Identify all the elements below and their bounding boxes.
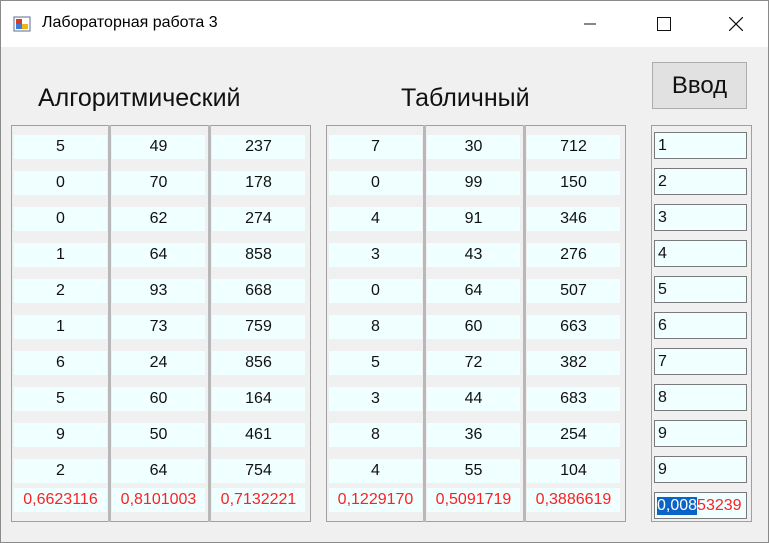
algorithmic-cell[interactable]: 1 <box>14 315 107 339</box>
app-icon <box>13 16 31 32</box>
table-cell[interactable]: 7 <box>329 135 422 159</box>
algorithmic-result-cell[interactable]: 0,6623116 <box>14 488 107 512</box>
algorithmic-cell[interactable]: 64 <box>112 459 205 483</box>
title-bar: Лабораторная работа 3 <box>1 1 768 47</box>
algorithmic-cell[interactable]: 64 <box>112 243 205 267</box>
algorithmic-cell[interactable]: 461 <box>212 423 305 447</box>
table-cell[interactable]: 254 <box>527 423 620 447</box>
algorithmic-cell[interactable]: 93 <box>112 279 205 303</box>
algorithmic-cell[interactable]: 0 <box>14 207 107 231</box>
algorithmic-cell[interactable]: 6 <box>14 351 107 375</box>
algorithmic-cell[interactable]: 50 <box>112 423 205 447</box>
table-cell[interactable]: 30 <box>427 135 520 159</box>
heading-algorithmic: Алгоритмический <box>38 84 241 112</box>
algorithmic-cell[interactable]: 754 <box>212 459 305 483</box>
table-cell[interactable]: 60 <box>427 315 520 339</box>
column-separator <box>523 125 526 522</box>
algorithmic-cell[interactable]: 2 <box>14 279 107 303</box>
input-textbox[interactable]: 5 <box>654 276 747 303</box>
column-separator <box>208 125 211 522</box>
table-result-cell[interactable]: 0,5091719 <box>427 488 520 512</box>
table-cell[interactable]: 3 <box>329 387 422 411</box>
table-cell[interactable]: 104 <box>527 459 620 483</box>
input-textbox[interactable]: 3 <box>654 204 747 231</box>
algorithmic-cell[interactable]: 668 <box>212 279 305 303</box>
algorithmic-cell[interactable]: 49 <box>112 135 205 159</box>
input-textbox[interactable]: 2 <box>654 168 747 195</box>
table-cell[interactable]: 8 <box>329 315 422 339</box>
table-cell[interactable]: 382 <box>527 351 620 375</box>
table-cell[interactable]: 8 <box>329 423 422 447</box>
table-cell[interactable]: 91 <box>427 207 520 231</box>
table-cell[interactable]: 507 <box>527 279 620 303</box>
input-textbox[interactable]: 7 <box>654 348 747 375</box>
table-cell[interactable]: 0 <box>329 279 422 303</box>
algorithmic-cell[interactable]: 237 <box>212 135 305 159</box>
algorithmic-cell[interactable]: 274 <box>212 207 305 231</box>
heading-table: Табличный <box>401 84 530 112</box>
table-cell[interactable]: 3 <box>329 243 422 267</box>
table-cell[interactable]: 5 <box>329 351 422 375</box>
table-cell[interactable]: 99 <box>427 171 520 195</box>
input-textbox[interactable]: 9 <box>654 456 747 483</box>
algorithmic-cell[interactable]: 2 <box>14 459 107 483</box>
table-cell[interactable]: 0 <box>329 171 422 195</box>
table-cell[interactable]: 663 <box>527 315 620 339</box>
table-cell[interactable]: 64 <box>427 279 520 303</box>
table-cell[interactable]: 683 <box>527 387 620 411</box>
result-rest-text: 53239 <box>697 496 742 514</box>
input-textbox[interactable]: 6 <box>654 312 747 339</box>
result-textbox[interactable]: 0,008 53239 <box>654 492 747 519</box>
close-button[interactable] <box>713 1 759 47</box>
table-cell[interactable]: 72 <box>427 351 520 375</box>
algorithmic-cell[interactable]: 178 <box>212 171 305 195</box>
table-cell[interactable]: 276 <box>527 243 620 267</box>
algorithmic-result-cell[interactable]: 0,8101003 <box>112 488 205 512</box>
algorithmic-result-cell[interactable]: 0,7132221 <box>212 488 305 512</box>
table-cell[interactable]: 44 <box>427 387 520 411</box>
algorithmic-cell[interactable]: 73 <box>112 315 205 339</box>
algorithmic-cell[interactable]: 759 <box>212 315 305 339</box>
algorithmic-cell[interactable]: 1 <box>14 243 107 267</box>
close-icon <box>729 17 743 31</box>
table-cell[interactable]: 43 <box>427 243 520 267</box>
maximize-button[interactable] <box>641 1 687 47</box>
table-cell[interactable]: 150 <box>527 171 620 195</box>
input-textbox[interactable]: 9 <box>654 420 747 447</box>
algorithmic-cell[interactable]: 24 <box>112 351 205 375</box>
algorithmic-cell[interactable]: 70 <box>112 171 205 195</box>
table-cell[interactable]: 4 <box>329 459 422 483</box>
table-cell[interactable]: 55 <box>427 459 520 483</box>
table-result-cell[interactable]: 0,3886619 <box>527 488 620 512</box>
column-separator <box>423 125 426 522</box>
table-cell[interactable]: 346 <box>527 207 620 231</box>
minimize-icon <box>584 23 596 25</box>
table-cell[interactable]: 36 <box>427 423 520 447</box>
window-title: Лабораторная работа 3 <box>42 14 218 31</box>
algorithmic-cell[interactable]: 62 <box>112 207 205 231</box>
algorithmic-cell[interactable]: 5 <box>14 135 107 159</box>
algorithmic-cell[interactable]: 858 <box>212 243 305 267</box>
input-textbox[interactable]: 1 <box>654 132 747 159</box>
result-selected-text: 0,008 <box>657 496 698 515</box>
input-textbox[interactable]: 8 <box>654 384 747 411</box>
algorithmic-cell[interactable]: 5 <box>14 387 107 411</box>
algorithmic-cell[interactable]: 856 <box>212 351 305 375</box>
algorithmic-cell[interactable]: 164 <box>212 387 305 411</box>
algorithmic-cell[interactable]: 60 <box>112 387 205 411</box>
input-button[interactable]: Ввод <box>652 62 747 109</box>
algorithmic-cell[interactable]: 9 <box>14 423 107 447</box>
table-cell[interactable]: 4 <box>329 207 422 231</box>
input-textbox[interactable]: 4 <box>654 240 747 267</box>
minimize-button[interactable] <box>567 1 613 47</box>
column-separator <box>108 125 111 522</box>
table-result-cell[interactable]: 0,1229170 <box>329 488 422 512</box>
table-cell[interactable]: 712 <box>527 135 620 159</box>
algorithmic-cell[interactable]: 0 <box>14 171 107 195</box>
maximize-icon <box>657 17 671 31</box>
